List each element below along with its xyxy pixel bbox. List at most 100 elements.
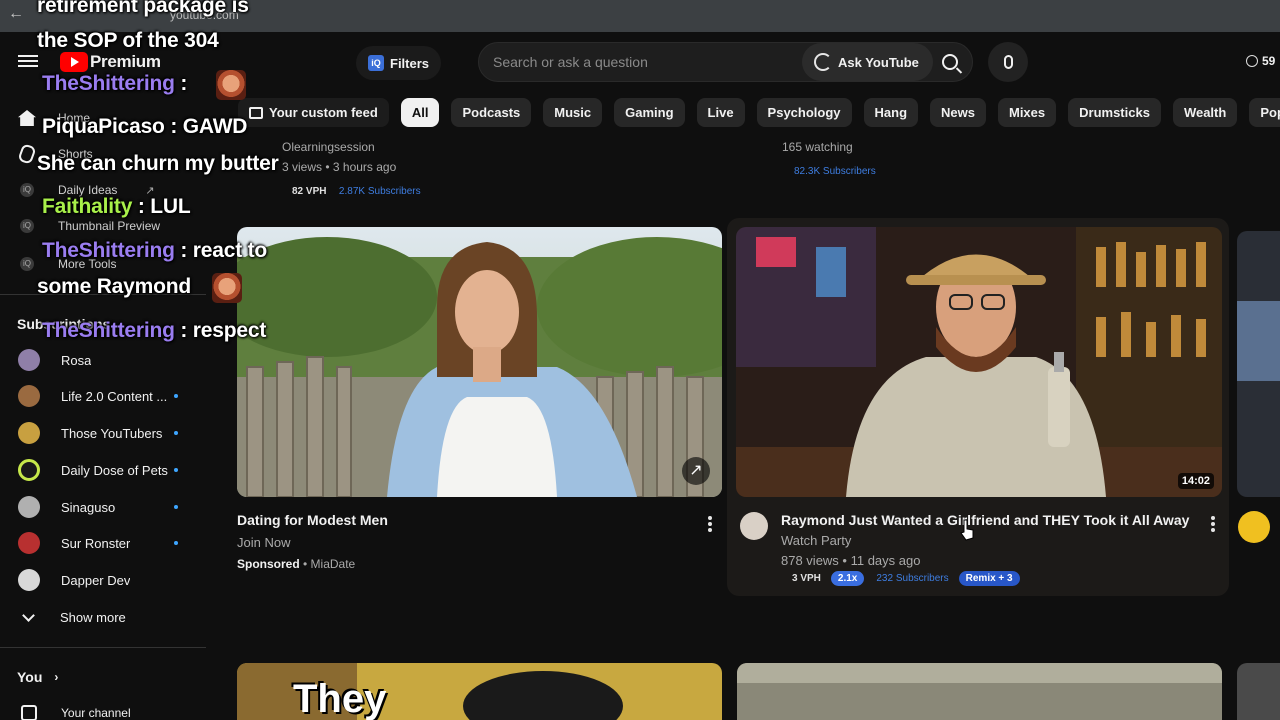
chip-psychology[interactable]: Psychology <box>756 98 852 127</box>
chat-text: some Raymond <box>37 275 191 298</box>
subscriber-count: 2.87K Subscribers <box>338 186 421 197</box>
show-more-button[interactable]: Show more <box>18 603 208 631</box>
subscription-item[interactable]: Those YouTubers <box>18 419 208 447</box>
chip-live[interactable]: Live <box>696 98 745 127</box>
logo-text: Premium <box>90 52 161 71</box>
more-options-icon[interactable] <box>708 516 712 532</box>
subscription-item[interactable]: Dapper Dev <box>18 566 208 594</box>
remix-badge[interactable]: Remix + 3 <box>958 571 1020 586</box>
search-button[interactable] <box>930 43 970 81</box>
you-heading[interactable]: You › <box>17 669 58 685</box>
chip-label: Wealth <box>1183 105 1227 120</box>
video-thumbnail[interactable] <box>737 663 1222 720</box>
iq-icon: iQ <box>16 179 38 201</box>
youtube-logo[interactable]: Premium <box>60 52 161 72</box>
ad-cta[interactable]: Join Now <box>237 535 290 550</box>
video-thumbnail-partial[interactable] <box>1237 663 1280 720</box>
avatar <box>18 569 40 591</box>
emote-icon <box>216 70 246 100</box>
channel-name[interactable]: Watch Party <box>781 533 851 548</box>
avatar <box>18 385 40 407</box>
chip-label: News <box>941 105 975 120</box>
subscriber-count: 82.3K Subscribers <box>794 166 876 177</box>
user-icon <box>21 705 37 720</box>
chip-wealth[interactable]: Wealth <box>1172 98 1238 127</box>
video-thumbnail[interactable]: They <box>237 663 722 720</box>
chat-message: the SOP of the 304 <box>37 29 219 53</box>
chip-label: All <box>411 105 429 120</box>
iq-icon: iQ <box>16 215 38 237</box>
channel-avatar[interactable] <box>1238 511 1270 543</box>
search-input[interactable] <box>493 43 793 81</box>
chip-all[interactable]: All <box>400 98 440 127</box>
chat-message: TheShittering : react to <box>42 239 267 263</box>
chip-label: Hang <box>874 105 908 120</box>
chip-drumsticks[interactable]: Drumsticks <box>1068 98 1161 127</box>
subscription-item[interactable]: Life 2.0 Content ... <box>18 382 208 410</box>
sponsored-label: Sponsored <box>237 557 300 571</box>
multiplier-badge: 2.1x <box>830 571 865 586</box>
chat-text: : GAWD <box>164 115 248 138</box>
more-options-icon[interactable] <box>1211 516 1215 532</box>
video-title[interactable]: Dating for Modest Men <box>237 512 388 528</box>
prev-channel-name[interactable]: Olearningsession <box>282 140 375 154</box>
back-arrow-icon[interactable]: ← <box>8 5 24 23</box>
avatar <box>18 496 40 518</box>
subscription-item[interactable]: Sinaguso <box>18 493 208 521</box>
filters-label: Filters <box>390 55 430 71</box>
filters-button[interactable]: iQ Filters <box>356 46 442 80</box>
chip-label: Podcasts <box>462 105 521 120</box>
chat-text: She can churn my butter <box>37 152 279 175</box>
chevron-down-icon <box>22 608 35 622</box>
prev-video-meta: 3 views • 3 hours ago <box>282 160 397 174</box>
subscription-item[interactable]: Daily Dose of Pets <box>18 456 208 484</box>
subscription-item[interactable]: Rosa <box>18 346 208 374</box>
subscription-name: Rosa <box>61 352 92 368</box>
shorts-icon <box>16 143 38 165</box>
iq-icon: iQ <box>16 253 38 275</box>
chip-gaming[interactable]: Gaming <box>614 98 685 127</box>
video-title[interactable]: Raymond Just Wanted a Girlfriend and THE… <box>781 512 1189 528</box>
video-thumbnail-partial[interactable] <box>1237 231 1280 497</box>
chat-text: the SOP of the 304 <box>37 29 219 52</box>
subscriber-count: 232 Subscribers <box>876 573 949 584</box>
chip-news[interactable]: News <box>930 98 986 127</box>
ask-youtube-button[interactable]: Ask YouTube <box>802 43 933 81</box>
chip-mixes[interactable]: Mixes <box>997 98 1057 127</box>
chip-hang[interactable]: Hang <box>863 98 919 127</box>
chip-label: Psychology <box>767 105 841 120</box>
external-arrow-icon[interactable]: ↗ <box>682 457 710 485</box>
chip-music[interactable]: Music <box>543 98 603 127</box>
subscription-name: Those YouTubers <box>61 425 163 441</box>
sidebar-item-your-channel[interactable]: Your channel <box>18 699 208 720</box>
new-content-dot <box>174 468 178 472</box>
sidebar-divider <box>0 647 206 648</box>
chip-label: Pop Rock <box>1260 105 1280 120</box>
microphone-icon <box>1003 55 1013 69</box>
menu-icon[interactable] <box>18 52 38 72</box>
voice-search-button[interactable] <box>988 42 1028 82</box>
chat-message: TheShittering : respect <box>42 319 266 343</box>
timer-badge: 59 <box>1246 54 1275 68</box>
search-icon <box>942 54 958 70</box>
video-thumbnail[interactable]: 14:02 <box>736 227 1222 497</box>
timer-text: 59 <box>1262 54 1276 68</box>
chip-pop-rock[interactable]: Pop Rock <box>1249 98 1280 127</box>
chat-message: PiquaPicaso : GAWD <box>42 115 247 139</box>
chip-podcasts[interactable]: Podcasts <box>451 98 532 127</box>
video-thumbnail[interactable]: ↗ <box>237 227 722 497</box>
chip-label: Music <box>554 105 592 120</box>
channel-avatar[interactable] <box>740 512 768 540</box>
chip-your-custom-feed[interactable]: Your custom feed <box>238 98 389 127</box>
vph-badge: 3 VPH <box>792 573 821 584</box>
chip-label: Gaming <box>625 105 674 120</box>
new-content-dot <box>174 505 178 509</box>
filter-chip-bar: Your custom feed All Podcasts Music Gami… <box>238 98 1280 128</box>
sidebar-item-label: Thumbnail Preview <box>58 219 161 233</box>
chip-label: Live <box>707 105 734 120</box>
subscription-name: Life 2.0 Content ... <box>61 388 168 404</box>
new-content-dot <box>174 431 178 435</box>
subscription-item[interactable]: Sur Ronster <box>18 529 208 557</box>
chat-text: retirement package is <box>37 0 249 17</box>
ask-sparkle-icon <box>814 53 832 71</box>
